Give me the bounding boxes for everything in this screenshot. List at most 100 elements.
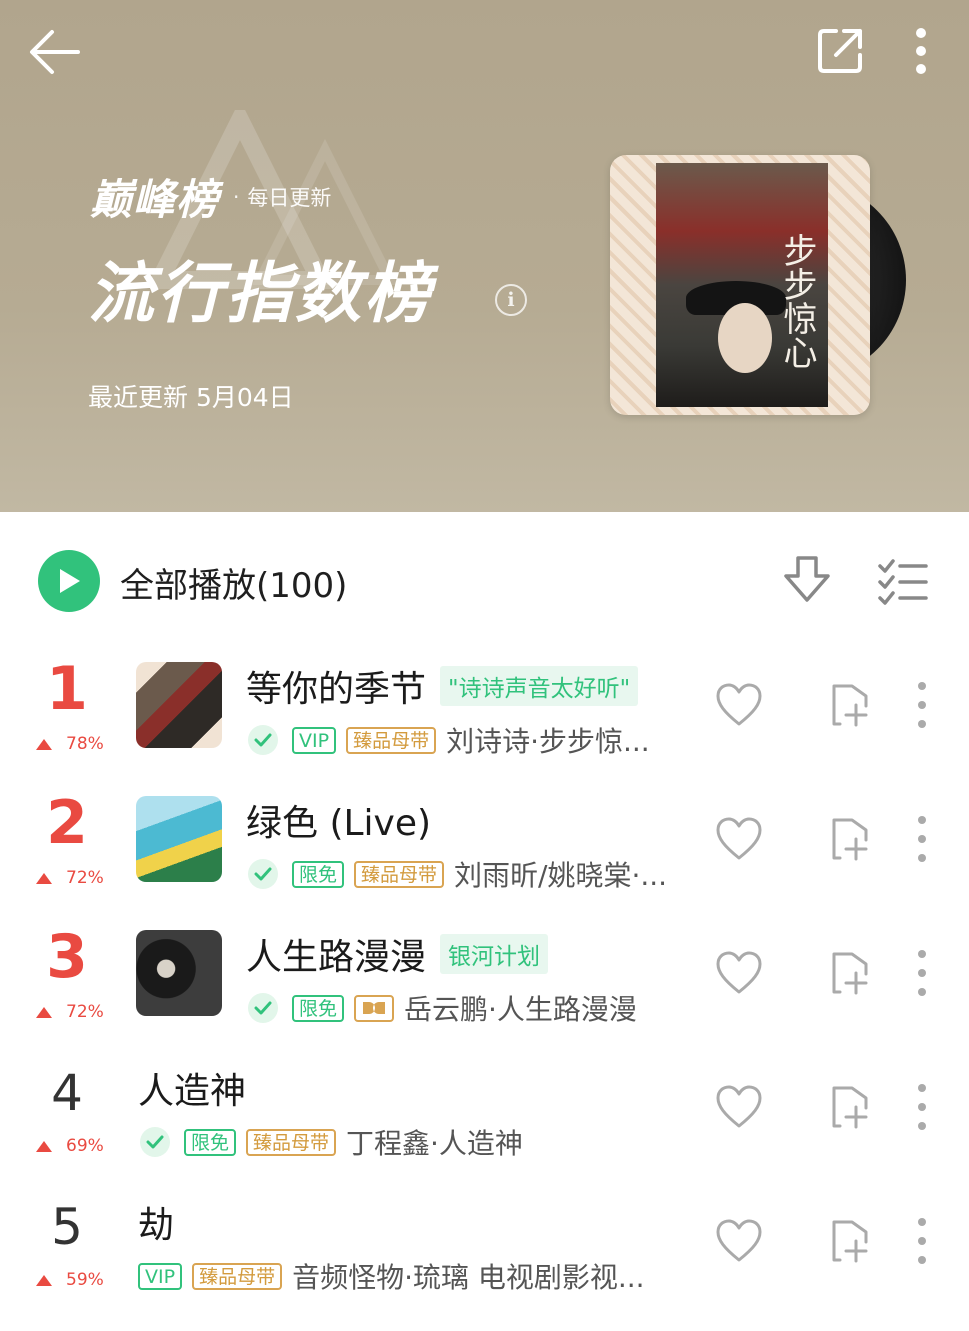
check-icon — [140, 1127, 170, 1157]
trend-percent: 59% — [66, 1270, 104, 1290]
update-frequency: 每日更新 — [247, 185, 332, 210]
song-title-line: 劫 — [138, 1196, 174, 1248]
list-toolbar: 全部播放(100) — [0, 512, 969, 642]
rank-trend: 72% — [36, 868, 104, 888]
poster-face-shape — [718, 303, 772, 373]
free-trial-badge: 限免 — [184, 1128, 237, 1156]
rank-trend: 78% — [36, 734, 104, 754]
more-vertical-icon — [916, 28, 926, 74]
song-row[interactable]: 4 69% 人造神 限免 臻品母带 丁程鑫·人造神 — [0, 1044, 969, 1178]
trend-up-icon — [36, 1140, 52, 1152]
trend-up-icon — [36, 1274, 52, 1286]
play-all-label[interactable]: 全部播放(100) — [120, 558, 347, 607]
checklist-icon — [878, 559, 928, 605]
rank-number: 5 — [51, 1198, 83, 1256]
cover-poster: 步步惊心 — [656, 163, 828, 407]
chart-title: 流行指数榜 — [88, 255, 433, 332]
song-row[interactable]: 1 78% 等你的季节 "诗诗声音太好听" VIP 臻品母带 刘诗诗·步步惊..… — [0, 642, 969, 776]
artist-album: 岳云鹏·人生路漫漫 — [404, 993, 637, 1026]
multi-select-button[interactable] — [874, 552, 932, 610]
play-all-button[interactable] — [38, 550, 100, 612]
free-trial-badge: 限免 — [292, 860, 345, 888]
heart-icon[interactable] — [714, 1082, 764, 1132]
add-to-playlist-icon[interactable] — [826, 680, 876, 730]
master-quality-badge: 臻品母带 — [192, 1262, 283, 1290]
song-tag: "诗诗声音太好听" — [440, 666, 639, 706]
master-quality-badge: 臻品母带 — [246, 1128, 337, 1156]
song-title: 绿色 (Live) — [246, 803, 432, 844]
rank-number: 4 — [51, 1064, 83, 1122]
heart-icon[interactable] — [714, 680, 764, 730]
info-icon[interactable]: i — [495, 284, 527, 316]
more-vertical-icon[interactable] — [908, 680, 936, 730]
check-icon — [248, 725, 278, 755]
rank-number: 2 — [46, 788, 88, 858]
trend-percent: 78% — [66, 734, 104, 754]
master-quality-badge: 臻品母带 — [354, 860, 445, 888]
check-icon — [248, 859, 278, 889]
artist-album: 丁程鑫·人造神 — [346, 1127, 523, 1160]
artist-album: 刘雨昕/姚晓棠·... — [454, 859, 668, 892]
rank-trend: 59% — [36, 1270, 104, 1290]
song-title-line: 人造神 — [138, 1062, 246, 1114]
heart-icon[interactable] — [714, 1216, 764, 1266]
song-tag: 银河计划 — [440, 934, 549, 974]
download-icon — [784, 556, 830, 602]
song-row[interactable]: 5 59% 劫 VIP 臻品母带 音频怪物·琉璃 电视剧影视... — [0, 1178, 969, 1312]
vip-badge: VIP — [292, 726, 337, 754]
song-meta-line: VIP 臻品母带 音频怪物·琉璃 电视剧影视... — [138, 1256, 645, 1296]
share-icon — [818, 29, 862, 73]
last-update-date: 最近更新 5月04日 — [88, 383, 294, 412]
song-meta-line: 限免 臻品母带 刘雨昕/姚晓棠·... — [248, 854, 667, 894]
add-to-playlist-icon[interactable] — [826, 1216, 876, 1266]
check-icon — [248, 993, 278, 1023]
rank-trend: 72% — [36, 1002, 104, 1022]
download-button[interactable] — [780, 552, 834, 610]
song-title: 劫 — [138, 1205, 175, 1246]
trend-up-icon — [36, 872, 52, 884]
album-thumbnail[interactable] — [136, 796, 222, 882]
heart-icon[interactable] — [714, 814, 764, 864]
vip-badge: VIP — [138, 1262, 183, 1290]
song-meta-line: 限免 臻品母带 丁程鑫·人造神 — [140, 1122, 523, 1162]
dolby-icon — [354, 994, 395, 1022]
brand-name: 巅峰榜 — [90, 175, 220, 224]
artist-album: 音频怪物·琉璃 电视剧影视... — [292, 1261, 645, 1294]
song-title: 人生路漫漫 — [246, 937, 427, 978]
chart-cover-image[interactable]: 步步惊心 — [610, 155, 870, 415]
back-button[interactable] — [20, 20, 90, 84]
song-title-line: 等你的季节 "诗诗声音太好听" — [246, 660, 639, 712]
song-title-line: 人生路漫漫 银河计划 — [246, 928, 549, 980]
add-to-playlist-icon[interactable] — [826, 948, 876, 998]
more-vertical-icon[interactable] — [908, 1082, 936, 1132]
more-options-button[interactable] — [898, 18, 944, 84]
rank-number: 3 — [46, 922, 88, 992]
rank-trend: 69% — [36, 1136, 104, 1156]
master-quality-badge: 臻品母带 — [346, 726, 437, 754]
artist-album: 刘诗诗·步步惊... — [446, 725, 650, 758]
more-vertical-icon[interactable] — [908, 1216, 936, 1266]
play-icon — [60, 569, 80, 593]
more-vertical-icon[interactable] — [908, 814, 936, 864]
trend-percent: 72% — [66, 868, 104, 888]
brand-separator: · — [233, 184, 240, 209]
cover-title: 步步惊心 — [777, 233, 817, 369]
trend-up-icon — [36, 738, 52, 750]
share-button[interactable] — [806, 18, 874, 84]
next-row-partial — [0, 1318, 969, 1331]
arrow-left-icon — [30, 30, 80, 74]
add-to-playlist-icon[interactable] — [826, 1082, 876, 1132]
more-vertical-icon[interactable] — [908, 948, 936, 998]
album-thumbnail[interactable] — [136, 662, 222, 748]
trend-percent: 72% — [66, 1002, 104, 1022]
song-title-line: 绿色 (Live) — [246, 794, 431, 846]
song-title: 人造神 — [138, 1071, 247, 1112]
song-row[interactable]: 2 72% 绿色 (Live) 限免 臻品母带 刘雨昕/姚晓棠·... — [0, 776, 969, 910]
song-meta-line: VIP 臻品母带 刘诗诗·步步惊... — [248, 720, 650, 760]
album-thumbnail[interactable] — [136, 930, 222, 1016]
heart-icon[interactable] — [714, 948, 764, 998]
brand-line: 巅峰榜 · 每日更新 — [90, 166, 331, 227]
add-to-playlist-icon[interactable] — [826, 814, 876, 864]
song-row[interactable]: 3 72% 人生路漫漫 银河计划 限免 岳云鹏·人生路漫漫 — [0, 910, 969, 1044]
free-trial-badge: 限免 — [292, 994, 345, 1022]
